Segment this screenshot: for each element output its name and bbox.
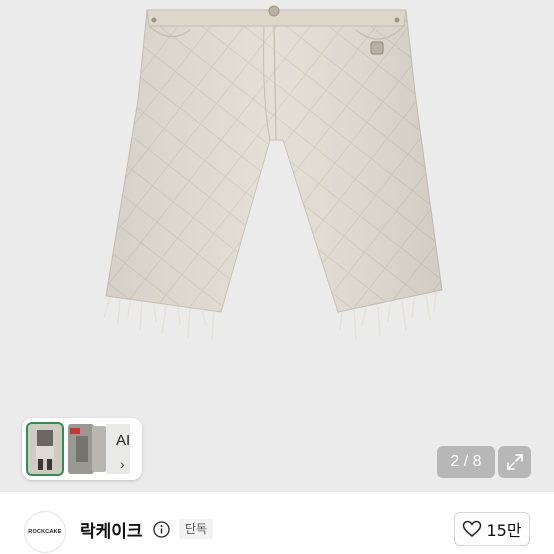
thumbnail-model-photo [26,422,64,476]
info-icon[interactable] [153,521,170,538]
seller-avatar[interactable]: ROCKCAKE [24,511,66,553]
like-button[interactable]: 15만 [454,512,530,546]
chevron-right-icon[interactable]: › [120,456,125,472]
seller-name[interactable]: 락케이크 [80,517,143,542]
seller-row: ROCKCAKE 락케이크 단독 15만 [0,492,554,554]
like-count: 15만 [486,521,522,540]
product-gallery[interactable]: AI › 2 / 8 [0,0,554,492]
heart-icon [463,520,482,537]
exclusive-badge: 단독 [179,519,214,539]
image-page-counter: 2 / 8 [437,446,495,478]
expand-button[interactable] [498,446,531,478]
seller-avatar-logo: ROCKCAKE [28,529,62,535]
expand-icon [506,454,523,470]
product-image[interactable] [0,0,554,400]
ai-label[interactable]: AI [116,432,130,449]
